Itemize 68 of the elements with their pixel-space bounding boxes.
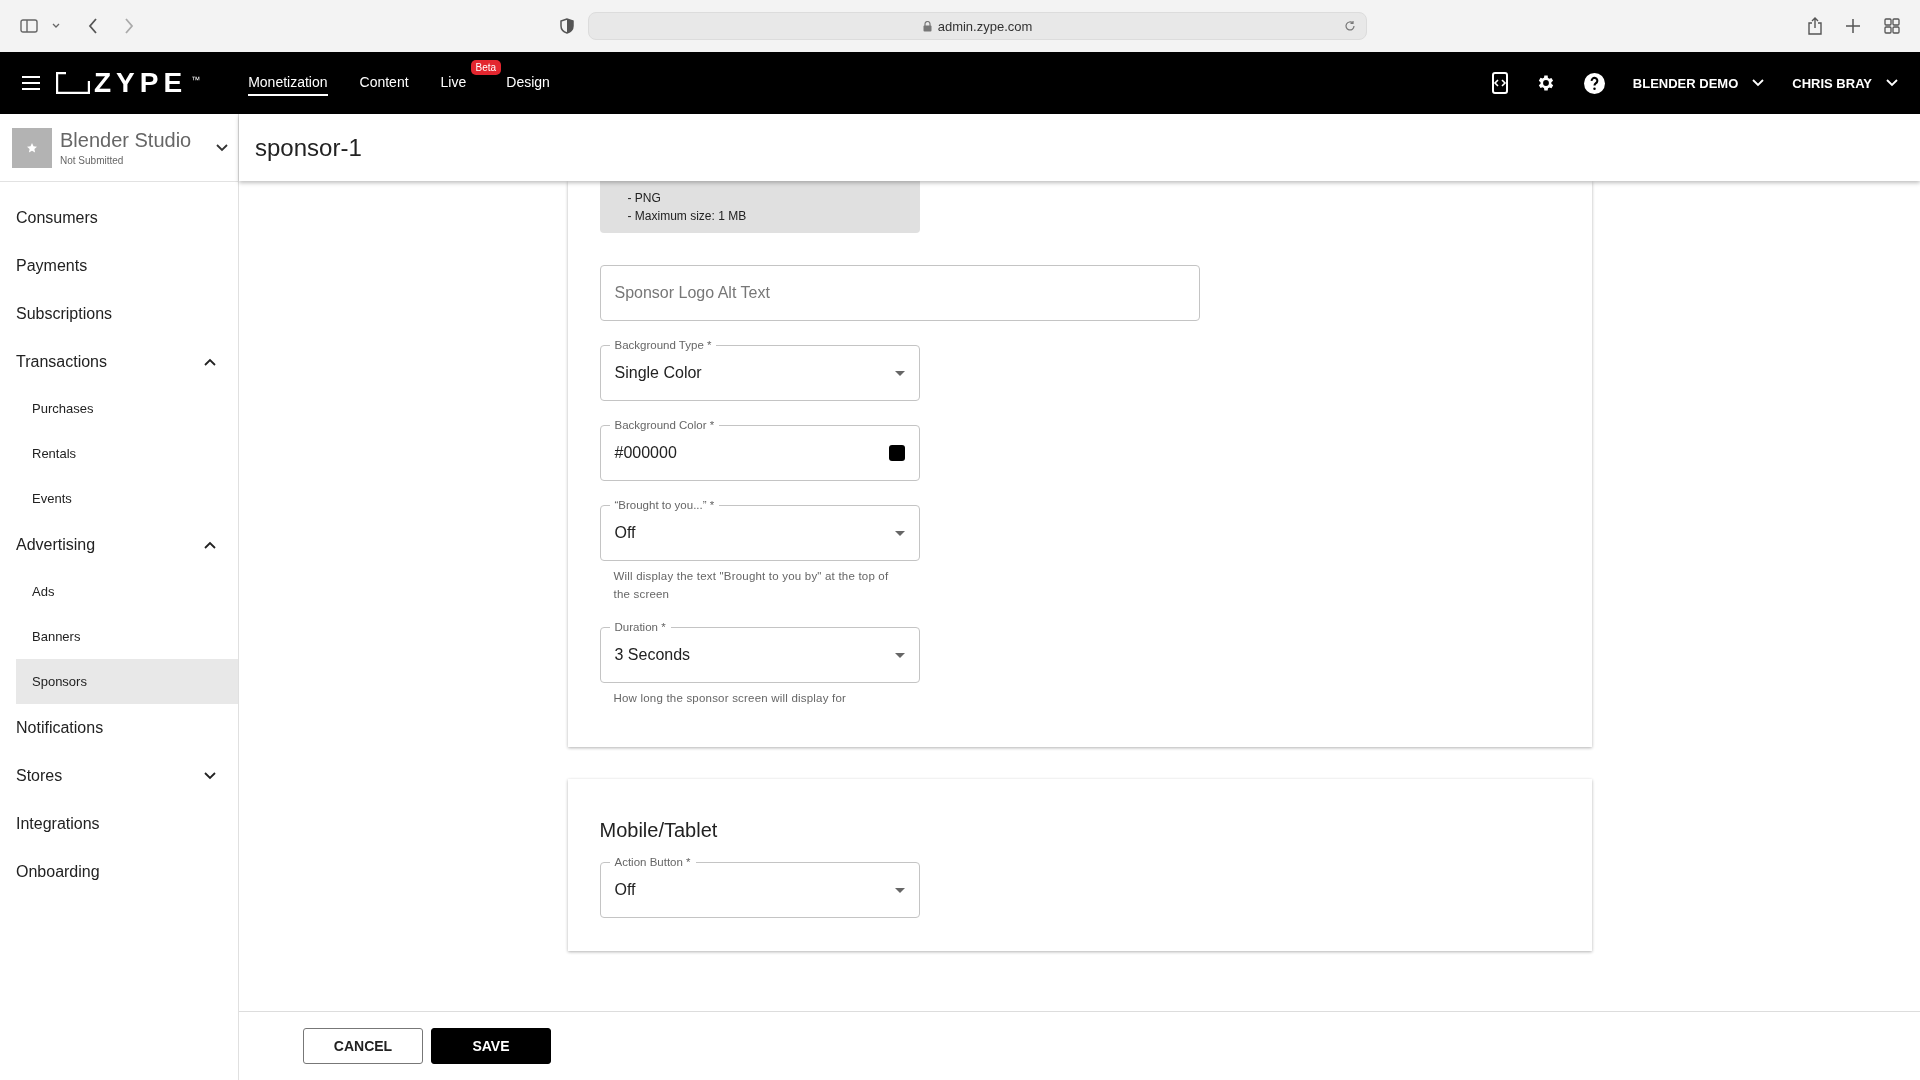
- sidebar-subitem[interactable]: Banners: [16, 614, 238, 659]
- sidebar-subitem[interactable]: Purchases: [16, 386, 238, 431]
- lock-icon: [922, 20, 932, 32]
- nav-tab[interactable]: Design: [506, 70, 550, 96]
- help-icon[interactable]: [1583, 72, 1605, 94]
- logo-text[interactable]: ZYPE: [94, 69, 188, 97]
- tab-grid-icon[interactable]: [1884, 18, 1900, 34]
- dropdown-arrow-icon: [894, 887, 905, 893]
- app-status: Not Submitted: [60, 155, 125, 166]
- sidebar-item[interactable]: Notifications: [0, 704, 238, 752]
- dropdown-arrow-icon: [894, 652, 905, 658]
- address-bar[interactable]: admin.zype.com: [588, 12, 1367, 40]
- field-value: #000000: [614, 444, 677, 462]
- nav-tab[interactable]: Content: [359, 70, 409, 96]
- sidebar-item[interactable]: Stores: [0, 752, 238, 800]
- requirement-text: - PNG: [627, 191, 662, 205]
- nav-tab[interactable]: Monetization: [248, 70, 328, 96]
- bracket-logo-icon: [56, 72, 90, 94]
- sidebar-item[interactable]: Subscriptions: [0, 290, 238, 338]
- menu-icon[interactable]: [22, 76, 40, 90]
- sidebar-subitem[interactable]: Events: [16, 476, 238, 521]
- account-menu[interactable]: BLENDER DEMO: [1632, 75, 1765, 91]
- page-title: sponsor-1: [255, 133, 362, 162]
- shield-icon[interactable]: [560, 18, 574, 34]
- user-menu[interactable]: CHRIS BRAY: [1792, 75, 1898, 91]
- field-label: Background Color *: [609, 418, 720, 433]
- field-value: Off: [614, 524, 636, 542]
- dropdown-arrow-icon: [894, 370, 905, 376]
- plus-icon[interactable]: [1846, 19, 1860, 33]
- chevron-down-icon: [1752, 79, 1765, 87]
- app-name: Blender Studio: [60, 129, 193, 152]
- cancel-button[interactable]: CANCEL: [303, 1028, 423, 1064]
- field-value: Off: [614, 881, 636, 899]
- back-icon[interactable]: [88, 18, 98, 34]
- sidebar-subitem[interactable]: Rentals: [16, 431, 238, 476]
- sidebar-item[interactable]: Payments: [0, 242, 238, 290]
- requirement-text: - Maximum size: 1 MB: [627, 209, 748, 223]
- color-swatch[interactable]: [888, 445, 905, 461]
- field-value: 3 Seconds: [614, 646, 691, 664]
- help-text: Will display the text "Brought to you by" at the top of the screen: [612, 569, 890, 602]
- sidebar-item[interactable]: Onboarding: [0, 848, 238, 896]
- sidebar-item[interactable]: Transactions: [0, 338, 238, 386]
- sidebar-item[interactable]: Integrations: [0, 800, 238, 848]
- url-text: admin.zype.com: [937, 18, 1033, 34]
- save-button[interactable]: SAVE: [431, 1028, 551, 1064]
- app-switcher[interactable]: Blender Studio Not Submitted: [0, 114, 238, 182]
- field-value: Single Color: [614, 364, 702, 382]
- chevron-down-icon: [1886, 79, 1898, 87]
- sidebar-toggle-icon[interactable]: [20, 19, 38, 33]
- reload-icon[interactable]: [1344, 20, 1356, 32]
- field-label: “Brought to you...” *: [609, 498, 720, 513]
- field-label: Background Type *: [609, 338, 717, 353]
- chevron-down-icon[interactable]: [52, 23, 60, 29]
- dropdown-arrow-icon: [894, 530, 905, 536]
- nav-tab[interactable]: Live: [440, 70, 467, 96]
- trademark-mark: ™: [191, 75, 201, 85]
- beta-badge: Beta: [470, 60, 502, 75]
- share-icon[interactable]: [1808, 17, 1822, 35]
- help-text: How long the sponsor screen will display for: [612, 691, 848, 706]
- app-thumbnail: [12, 127, 52, 168]
- alt-text-field[interactable]: Sponsor Logo Alt Text: [599, 265, 1200, 321]
- sidebar-item[interactable]: Consumers: [0, 194, 238, 242]
- sidebar-item[interactable]: Advertising: [0, 521, 238, 569]
- code-device-icon[interactable]: [1491, 72, 1508, 94]
- section-heading: Mobile/Tablet: [599, 819, 719, 842]
- sidebar-subitem[interactable]: Sponsors: [16, 659, 238, 704]
- sidebar-subitem[interactable]: Ads: [16, 569, 238, 614]
- chevron-down-icon: [216, 143, 228, 152]
